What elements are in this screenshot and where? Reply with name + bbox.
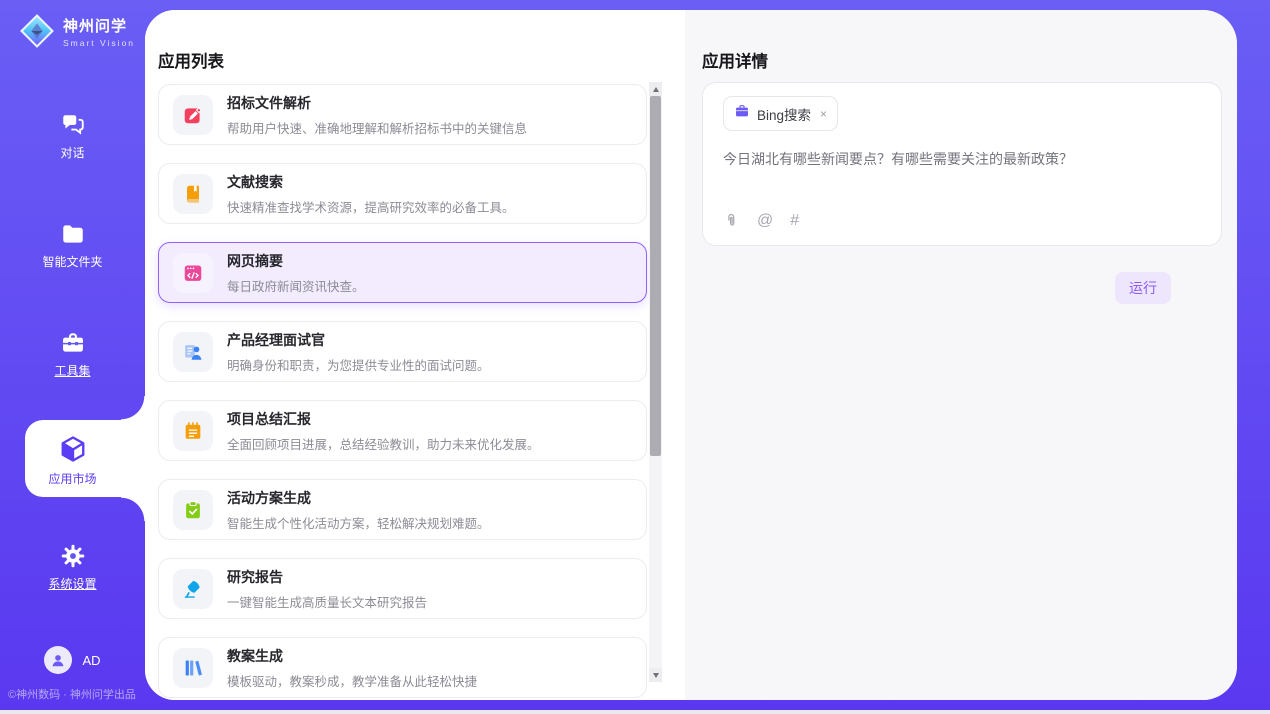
toolbox-icon [60, 330, 86, 356]
app-card-title: 教案生成 [227, 646, 477, 666]
books-icon [173, 648, 213, 688]
user-account[interactable]: AD [0, 646, 145, 674]
composer-toolbar: @# [723, 212, 799, 229]
scrollbar-thumb[interactable] [650, 96, 661, 456]
app-card[interactable]: 产品经理面试官 明确身份和职责，为您提供专业性的面试问题。 [158, 321, 647, 382]
app-card[interactable]: 教案生成 模板驱动，教案秒成，教学准备从此轻松快捷 [158, 637, 647, 698]
prompt-card: Bing搜索 × 今日湖北有哪些新闻要点？有哪些需要关注的最新政策？ @# [702, 82, 1222, 246]
sidebar-item-chat[interactable]: 对话 [0, 112, 145, 161]
app-card-list: 招标文件解析 帮助用户快速、准确地理解和解析招标书中的关键信息 文献搜索 快速精… [158, 84, 647, 698]
app-detail-title: 应用详情 [702, 48, 768, 72]
app-window: 神州问学 Smart Vision 对话 智能文件夹 工具集 应用市场 系统设置… [0, 0, 1270, 714]
browser-code-icon [173, 253, 213, 293]
tool-chip-label: Bing搜索 [757, 104, 811, 124]
app-card[interactable]: 文献搜索 快速精准查找学术资源，提高研究效率的必备工具。 [158, 163, 647, 224]
scrollbar-down-button[interactable] [649, 668, 662, 682]
briefcase-icon [734, 103, 750, 124]
pill-fillet-bottom [121, 497, 145, 521]
app-card-description: 快速精准查找学术资源，提高研究效率的必备工具。 [227, 197, 515, 216]
sidebar-item-label: 应用市场 [48, 470, 96, 487]
sidebar-item-label: 智能文件夹 [42, 253, 102, 270]
run-button[interactable]: 运行 [1115, 272, 1171, 304]
user-avatar-icon [48, 650, 68, 670]
chat-icon [60, 112, 86, 138]
brand-logo: 神州问学 Smart Vision [18, 12, 135, 50]
app-card-title: 网页摘要 [227, 251, 365, 271]
pen-square-icon [173, 95, 213, 135]
attachment-icon[interactable] [723, 212, 740, 229]
sidebar-footer: ©神州数码 · 神州问学出品 [8, 686, 136, 702]
avatar [44, 646, 72, 674]
app-card-title: 产品经理面试官 [227, 330, 490, 350]
app-card[interactable]: 招标文件解析 帮助用户快速、准确地理解和解析招标书中的关键信息 [158, 84, 647, 145]
app-list-title: 应用列表 [158, 48, 224, 72]
book-icon [173, 174, 213, 214]
app-card-description: 全面回顾项目进展，总结经验教训，助力未来优化发展。 [227, 434, 540, 453]
mention-icon[interactable]: @ [757, 213, 773, 229]
app-card-description: 每日政府新闻资讯快查。 [227, 276, 365, 295]
main-content: 应用列表 招标文件解析 帮助用户快速、准确地理解和解析招标书中的关键信息 文献搜… [145, 10, 1237, 700]
scrollbar-up-button[interactable] [649, 82, 662, 96]
app-card[interactable]: 研究报告 一键智能生成高质量长文本研究报告 [158, 558, 647, 619]
app-card-description: 明确身份和职责，为您提供专业性的面试问题。 [227, 355, 490, 374]
report-note-icon [173, 411, 213, 451]
scrollbar[interactable] [649, 82, 662, 682]
brand-name: 神州问学 [63, 15, 135, 36]
gear-icon [60, 543, 86, 569]
app-card[interactable]: 项目总结汇报 全面回顾项目进展，总结经验教训，助力未来优化发展。 [158, 400, 647, 461]
app-card[interactable]: 活动方案生成 智能生成个性化活动方案，轻松解决规划难题。 [158, 479, 647, 540]
app-card-description: 智能生成个性化活动方案，轻松解决规划难题。 [227, 513, 490, 532]
app-card-title: 活动方案生成 [227, 488, 490, 508]
tool-chip-bing-search[interactable]: Bing搜索 × [723, 96, 838, 131]
user-initials: AD [82, 653, 100, 668]
app-card-title: 招标文件解析 [227, 93, 527, 113]
pill-fillet-top [121, 396, 145, 420]
app-card-description: 模板驱动，教案秒成，教学准备从此轻松快捷 [227, 671, 477, 690]
prompt-text[interactable]: 今日湖北有哪些新闻要点？有哪些需要关注的最新政策？ [723, 149, 1193, 169]
app-detail-panel: 应用详情 Bing搜索 × 今日湖北有哪些新闻要点？有哪些需要关注的最新政策？ … [685, 10, 1237, 700]
app-card-title: 研究报告 [227, 567, 427, 587]
scroll-up-icon [653, 87, 659, 92]
sidebar-item-system-settings[interactable]: 系统设置 [0, 543, 145, 592]
sidebar-item-toolset[interactable]: 工具集 [0, 330, 145, 379]
clipboard-check-icon [173, 490, 213, 530]
app-card-title: 文献搜索 [227, 172, 515, 192]
app-card-title: 项目总结汇报 [227, 409, 540, 429]
app-list-panel: 应用列表 招标文件解析 帮助用户快速、准确地理解和解析招标书中的关键信息 文献搜… [145, 10, 685, 700]
sidebar-item-smart-folder[interactable]: 智能文件夹 [0, 221, 145, 270]
hash-icon[interactable]: # [790, 213, 799, 229]
folder-icon [60, 221, 86, 247]
chip-close-icon[interactable]: × [820, 107, 827, 121]
sidebar-item-label: 工具集 [54, 362, 90, 379]
interview-icon [173, 332, 213, 372]
sidebar: 神州问学 Smart Vision 对话 智能文件夹 工具集 应用市场 系统设置… [0, 0, 145, 714]
app-card[interactable]: 网页摘要 每日政府新闻资讯快查。 [158, 242, 647, 303]
sidebar-item-app-market[interactable]: 应用市场 [0, 434, 145, 487]
brand-subtitle: Smart Vision [63, 38, 135, 48]
research-icon [173, 569, 213, 609]
sidebar-item-label: 系统设置 [48, 575, 96, 592]
app-card-description: 帮助用户快速、准确地理解和解析招标书中的关键信息 [227, 118, 527, 137]
brand-diamond-icon [18, 12, 56, 50]
app-card-description: 一键智能生成高质量长文本研究报告 [227, 592, 427, 611]
cube-icon [58, 434, 88, 464]
sidebar-item-label: 对话 [60, 144, 84, 161]
window-bottom-edge [0, 710, 1270, 714]
scroll-down-icon [653, 673, 659, 678]
